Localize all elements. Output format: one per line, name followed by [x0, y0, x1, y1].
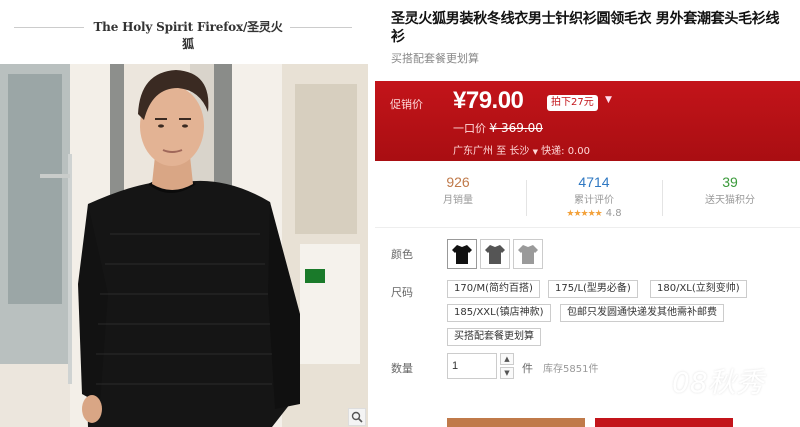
- watermark: 08秋秀: [590, 355, 795, 411]
- price-panel: 促销价 ¥79.00 拍下27元 ▼ 一口价 ¥ 369.00 广东广州 至 长…: [375, 81, 800, 161]
- chevron-down-icon: ▼: [532, 148, 538, 156]
- brand-title: The Holy Spirit Firefox/圣灵火狐: [93, 20, 283, 51]
- size-label: 尺码: [391, 286, 413, 299]
- color-swatch-black[interactable]: [447, 239, 477, 269]
- product-subtitle-link[interactable]: 买搭配套餐更划算: [391, 50, 479, 66]
- stats-row: 926 月销量 4714 累计评价 ★★★★★ 4.8 39 送天猫积分: [375, 170, 800, 228]
- color-swatch-dark-gray[interactable]: [480, 239, 510, 269]
- quantity-label: 数量: [391, 362, 413, 375]
- original-price-value: ¥ 369.00: [489, 121, 543, 135]
- buy-now-button[interactable]: [447, 418, 585, 427]
- promo-price-label: 促销价: [390, 98, 423, 111]
- points-label: 送天猫积分: [705, 195, 755, 206]
- ship-to-word: 至: [496, 146, 507, 157]
- add-to-cart-button[interactable]: [595, 418, 733, 427]
- original-price: 一口价 ¥ 369.00: [453, 120, 543, 136]
- color-label: 颜色: [391, 248, 413, 261]
- brand-header: The Holy Spirit Firefox/圣灵火狐: [0, 0, 368, 64]
- size-option[interactable]: 买搭配套餐更划算: [447, 328, 541, 346]
- ship-from: 广东广州: [453, 146, 493, 157]
- size-option[interactable]: 170/M(简约百搭): [447, 280, 540, 298]
- quantity-input[interactable]: [447, 353, 497, 379]
- chevron-down-icon[interactable]: ▼: [605, 95, 612, 105]
- ship-to: 长沙: [509, 146, 530, 157]
- shipping-fee: 快递: 0.00: [541, 146, 590, 157]
- divider: [14, 27, 84, 28]
- product-photo: [0, 64, 368, 427]
- sweater-light-gray-icon: [518, 245, 538, 264]
- quantity-increment-button[interactable]: ▲: [500, 353, 514, 365]
- house-icon: [605, 355, 665, 410]
- star-rating-icon: ★★★★★: [566, 209, 602, 219]
- divider: [662, 180, 663, 216]
- monthly-sales: 926 月销量: [398, 174, 518, 206]
- zoom-button[interactable]: [348, 408, 366, 426]
- rating-value: 4.8: [605, 208, 622, 219]
- reviews-stat[interactable]: 4714 累计评价 ★★★★★ 4.8: [534, 174, 654, 219]
- points-value: 39: [722, 174, 738, 190]
- reviews-value: 4714: [578, 174, 610, 190]
- watermark-text: 08秋秀: [672, 366, 764, 399]
- sweater-dark-gray-icon: [485, 245, 505, 264]
- size-option[interactable]: 180/XL(立刻变帅): [650, 280, 747, 298]
- magnifier-icon: [351, 411, 363, 423]
- monthly-sales-value: 926: [446, 174, 470, 190]
- points-stat: 39 送天猫积分: [670, 174, 790, 206]
- product-main-image[interactable]: [0, 64, 368, 427]
- quantity-decrement-button[interactable]: ▼: [500, 367, 514, 379]
- monthly-sales-label: 月销量: [443, 195, 473, 206]
- discount-badge: 拍下27元: [547, 95, 598, 111]
- sweater-black-icon: [452, 245, 472, 264]
- product-title: 圣灵火狐男装秋冬线衣男士针织衫圆领毛衣 男外套潮套头毛衫线衫: [391, 11, 780, 45]
- size-option[interactable]: 包邮只发圆通快递发其他需补邮费: [560, 304, 724, 322]
- divider: [290, 27, 352, 28]
- product-gallery: The Holy Spirit Firefox/圣灵火狐: [0, 0, 368, 427]
- reviews-label: 累计评价: [574, 195, 614, 206]
- ship-to-select[interactable]: 长沙 ▼: [509, 146, 538, 157]
- promo-price: ¥79.00: [453, 87, 524, 114]
- color-swatch-light-gray[interactable]: [513, 239, 543, 269]
- divider: [526, 180, 527, 216]
- shipping-info: 广东广州 至 长沙 ▼ 快递: 0.00: [453, 142, 590, 157]
- original-price-label: 一口价: [453, 122, 486, 135]
- size-option[interactable]: 175/L(型男必备): [548, 280, 638, 298]
- quantity-unit: 件: [522, 362, 533, 375]
- size-option[interactable]: 185/XXL(镇店神款): [447, 304, 551, 322]
